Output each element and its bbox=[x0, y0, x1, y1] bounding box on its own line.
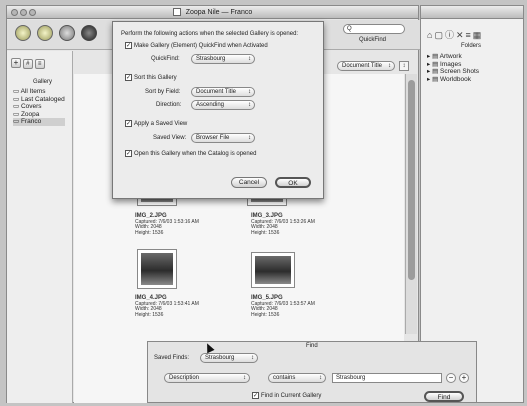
folder-item-worldbook[interactable]: ▸ ▤ Worldbook bbox=[427, 76, 479, 84]
sidebar-item-covers[interactable]: ▭ Covers bbox=[13, 103, 65, 111]
vertical-scrollbar[interactable] bbox=[405, 74, 417, 334]
folders-header: Folders bbox=[461, 43, 482, 49]
gallery-options-icon[interactable]: ≡ bbox=[34, 59, 45, 69]
zoom-window-button[interactable] bbox=[29, 9, 36, 16]
direction-select[interactable]: Ascending bbox=[191, 100, 255, 110]
find-field-select[interactable]: Description bbox=[164, 373, 250, 383]
scroll-thumb[interactable] bbox=[408, 80, 415, 280]
cancel-button[interactable]: Cancel bbox=[231, 177, 267, 188]
sheet-intro-text: Perform the following actions when the s… bbox=[121, 31, 299, 37]
toolbar-button-import-icon[interactable] bbox=[37, 25, 53, 41]
folder-item-screen-shots[interactable]: ▸ ▤ Screen Shots bbox=[427, 68, 479, 76]
checkbox-open-on-launch[interactable]: ✓ bbox=[125, 150, 132, 157]
menu-icon[interactable]: ≡ bbox=[466, 30, 473, 40]
option-quickfind[interactable]: ✓ Make Gallery (Element) QuickFind when A… bbox=[125, 42, 268, 49]
quickfind-field-label: QuickFind: bbox=[151, 56, 180, 62]
checkbox-quickfind[interactable]: ✓ bbox=[125, 42, 132, 49]
saved-finds-label: Saved Finds: bbox=[154, 355, 190, 361]
folder-item-artwork[interactable]: ▸ ▤ Artwork bbox=[427, 53, 479, 61]
smart-gallery-icon[interactable]: # bbox=[22, 59, 33, 69]
sidebar-header: Gallery bbox=[33, 79, 53, 85]
remove-criteria-icon[interactable]: − bbox=[446, 373, 456, 383]
thumb-meta: IMG_5.JPG Captured: 7/6/03 1:53:57 AM Wi… bbox=[251, 295, 315, 318]
thumb-meta: IMG_4.JPG Captured: 7/6/03 1:53:41 AM Wi… bbox=[135, 295, 199, 318]
option-open-on-launch[interactable]: ✓ Open this Gallery when the Catalog is o… bbox=[125, 150, 256, 157]
checkbox-find-in-gallery[interactable]: ✓ bbox=[252, 392, 259, 399]
option-saved-view[interactable]: ✓ Apply a Saved View bbox=[125, 120, 187, 127]
thumbnail-img-4[interactable] bbox=[137, 249, 177, 289]
close-icon[interactable]: ✕ bbox=[456, 30, 466, 40]
option-sort[interactable]: ✓ Sort this Gallery bbox=[125, 74, 177, 81]
sort-field-label: Sort by Field: bbox=[145, 89, 181, 95]
folders-list: ▸ ▤ Artwork ▸ ▤ Images ▸ ▤ Screen Shots … bbox=[427, 53, 479, 83]
find-in-gallery-option[interactable]: ✓ Find in Current Gallery bbox=[252, 392, 321, 399]
sidebar-item-zoopa[interactable]: ▭ Zoopa bbox=[13, 111, 65, 119]
document-icon bbox=[172, 8, 181, 17]
close-window-button[interactable] bbox=[11, 9, 18, 16]
checkbox-saved-view[interactable]: ✓ bbox=[125, 120, 132, 127]
info-icon[interactable]: ⓘ bbox=[445, 30, 456, 40]
thumb-meta: IMG_2.JPG Captured: 7/6/03 1:53:16 AM Wi… bbox=[135, 213, 199, 236]
gallery-options-sheet: Perform the following actions when the s… bbox=[112, 21, 324, 199]
sidebar-list: ▭ All Items ▭ Last Cataloged ▭ Covers ▭ … bbox=[13, 88, 65, 126]
sidebar-buttons: + # ≡ bbox=[11, 58, 45, 69]
add-gallery-icon[interactable]: + bbox=[11, 58, 21, 68]
window-title: Zoopa Nile — Franco bbox=[185, 9, 253, 16]
sort-field-popup[interactable]: Document Title bbox=[337, 61, 395, 71]
find-operator-select[interactable]: contains bbox=[268, 373, 326, 383]
sidebar-item-last-cataloged[interactable]: ▭ Last Cataloged bbox=[13, 96, 65, 104]
add-criteria-icon[interactable]: + bbox=[459, 373, 469, 383]
find-panel: Find Saved Finds: Strasbourg Description… bbox=[147, 341, 477, 403]
find-panel-title: Find bbox=[306, 343, 318, 349]
thumbnail-img-5[interactable] bbox=[251, 252, 295, 288]
thumb-meta: IMG_3.JPG Captured: 7/6/03 1:53:26 AM Wi… bbox=[251, 213, 315, 236]
gallery-sidebar: + # ≡ Gallery ▭ All Items ▭ Last Catalog… bbox=[7, 51, 73, 403]
checkbox-sort[interactable]: ✓ bbox=[125, 74, 132, 81]
sidebar-item-franco[interactable]: ▭ Franco bbox=[13, 118, 65, 126]
search-icon: Q bbox=[347, 26, 352, 32]
folders-title-bar bbox=[421, 6, 523, 19]
grid-icon[interactable]: ▦ bbox=[473, 30, 484, 40]
find-text-input[interactable]: Strasbourg bbox=[332, 373, 442, 383]
minimize-window-button[interactable] bbox=[20, 9, 27, 16]
folders-toolbar: ⌂▢ⓘ✕≡▦ bbox=[427, 28, 483, 41]
saved-finds-select[interactable]: Strasbourg bbox=[200, 353, 258, 363]
sort-direction-icon[interactable]: ↕ bbox=[399, 61, 409, 71]
toolbar-button-dark-icon[interactable] bbox=[81, 25, 97, 41]
toolbar-button-globe-icon[interactable] bbox=[59, 25, 75, 41]
toolbar-button-catalog-icon[interactable] bbox=[15, 25, 31, 41]
ok-button[interactable]: OK bbox=[275, 177, 311, 188]
main-title-bar: Zoopa Nile — Franco bbox=[7, 6, 418, 19]
quickfind-popup[interactable]: Strasbourg bbox=[191, 54, 255, 64]
folder-icon[interactable]: ▢ bbox=[434, 30, 445, 40]
sidebar-item-all-items[interactable]: ▭ All Items bbox=[13, 88, 65, 96]
saved-view-select[interactable]: Browser File bbox=[191, 133, 255, 143]
sort-field-select[interactable]: Document Title bbox=[191, 87, 255, 97]
folder-item-images[interactable]: ▸ ▤ Images bbox=[427, 61, 479, 69]
saved-view-label: Saved View: bbox=[153, 135, 187, 141]
quickfind-search-input[interactable]: Q bbox=[343, 24, 405, 34]
quickfind-label: QuickFind bbox=[359, 37, 387, 43]
find-button[interactable]: Find bbox=[424, 391, 464, 402]
direction-label: Direction: bbox=[156, 102, 182, 108]
